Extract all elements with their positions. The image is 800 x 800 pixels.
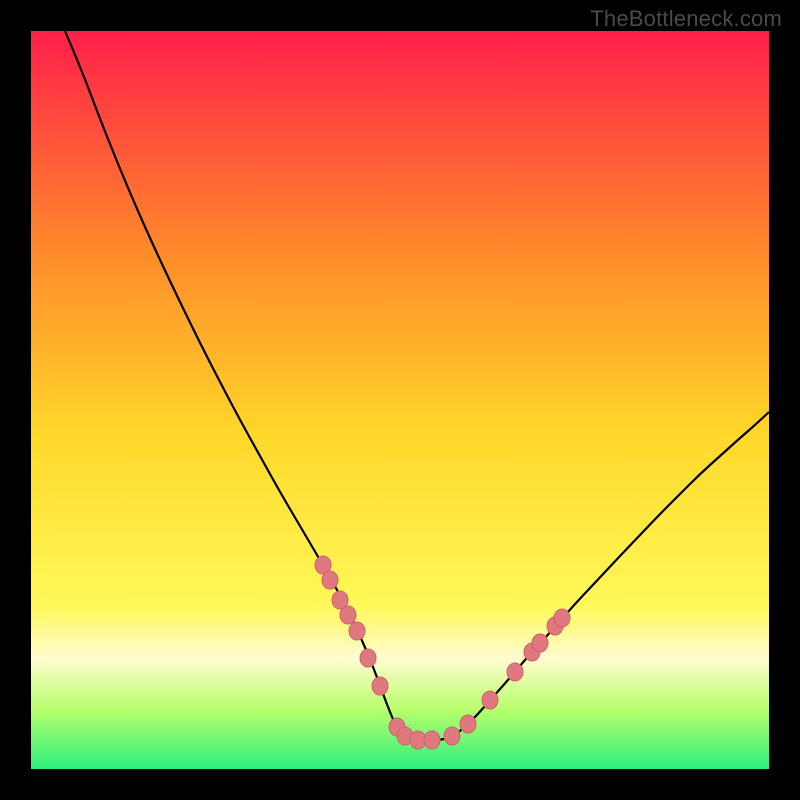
data-dot xyxy=(444,727,460,745)
data-dot xyxy=(349,622,365,640)
data-dot xyxy=(424,731,440,749)
data-dot xyxy=(482,691,498,709)
data-dot xyxy=(340,606,356,624)
watermark-text: TheBottleneck.com xyxy=(590,6,782,32)
data-dot xyxy=(460,715,476,733)
chart-frame: TheBottleneck.com xyxy=(0,0,800,800)
data-dot xyxy=(360,649,376,667)
plot-area xyxy=(31,31,769,769)
data-dot xyxy=(372,677,388,695)
data-dot xyxy=(322,571,338,589)
bottleneck-curve-chart xyxy=(0,0,800,800)
data-dot xyxy=(507,663,523,681)
data-dot xyxy=(554,609,570,627)
data-dot xyxy=(532,634,548,652)
